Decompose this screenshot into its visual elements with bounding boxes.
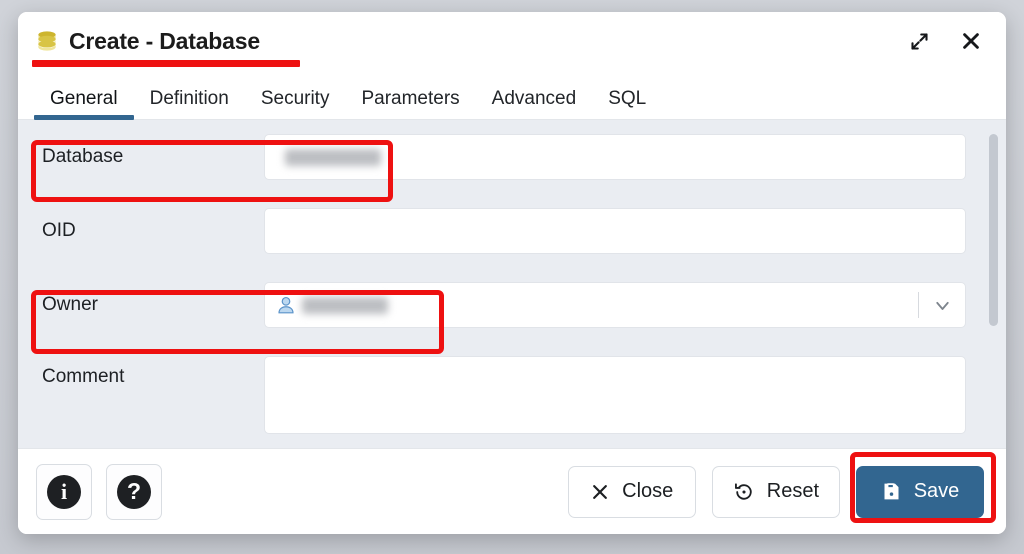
reset-button[interactable]: Reset (711, 465, 840, 518)
user-icon (275, 294, 297, 316)
tab-sql[interactable]: SQL (592, 89, 662, 119)
tab-security[interactable]: Security (245, 89, 346, 119)
database-icon (34, 28, 60, 54)
tab-bar: General Definition Security Parameters A… (18, 70, 1006, 120)
maximize-icon[interactable] (906, 28, 932, 54)
label-database: Database (42, 146, 124, 167)
redacted-database-value (285, 148, 381, 166)
dialog-footer: i ? Close Reset Save (18, 448, 1006, 534)
form-rows: Database OID Owner Comment (18, 120, 1006, 434)
tab-definition[interactable]: Definition (134, 89, 245, 119)
close-button-label: Close (622, 480, 674, 502)
reset-button-label: Reset (766, 480, 819, 502)
help-button[interactable]: ? (106, 463, 162, 520)
field-wrap-oid (264, 208, 966, 254)
label-oid: OID (42, 220, 76, 241)
owner-selected-value (275, 294, 918, 316)
dialog-titlebar: Create - Database (18, 12, 1006, 70)
footer-right-group: Close Reset Save (567, 465, 984, 518)
title-underline-annotation (32, 60, 300, 67)
form-row-database: Database (18, 120, 1006, 194)
tab-advanced[interactable]: Advanced (476, 89, 593, 119)
form-row-oid: OID (18, 194, 1006, 268)
label-comment: Comment (42, 366, 125, 387)
owner-select[interactable] (264, 282, 966, 328)
close-x-icon (590, 482, 610, 502)
tab-parameters[interactable]: Parameters (345, 89, 475, 119)
comment-textarea[interactable] (264, 356, 966, 434)
close-icon[interactable] (958, 28, 984, 54)
scrollbar-thumb[interactable] (989, 134, 998, 326)
general-tab-panel: Database OID Owner Comment (18, 120, 1006, 448)
database-name-input[interactable] (264, 134, 966, 180)
help-icon: ? (117, 474, 151, 509)
field-wrap-database (264, 134, 966, 180)
label-owner: Owner (42, 294, 98, 315)
save-button[interactable]: Save (856, 465, 984, 518)
title-group: Create - Database (34, 28, 906, 55)
field-wrap-comment (264, 356, 966, 434)
form-row-comment: Comment (18, 342, 1006, 434)
oid-input[interactable] (264, 208, 966, 254)
chevron-down-icon[interactable] (919, 295, 965, 316)
save-button-label: Save (913, 480, 960, 502)
page-title: Create - Database (69, 27, 260, 54)
reset-icon (733, 481, 755, 503)
form-row-owner: Owner (18, 268, 1006, 342)
form-scrollbar[interactable] (987, 126, 999, 442)
window-controls (906, 28, 988, 54)
create-database-dialog: Create - Database General Definition Sec… (18, 12, 1006, 534)
field-wrap-owner (264, 282, 966, 328)
info-icon: i (47, 474, 81, 509)
info-button[interactable]: i (36, 463, 92, 520)
redacted-owner-value (302, 296, 388, 314)
close-button[interactable]: Close (567, 465, 696, 518)
tab-general[interactable]: General (34, 89, 134, 120)
footer-left-group: i ? (36, 463, 162, 520)
save-floppy-icon (881, 481, 902, 502)
